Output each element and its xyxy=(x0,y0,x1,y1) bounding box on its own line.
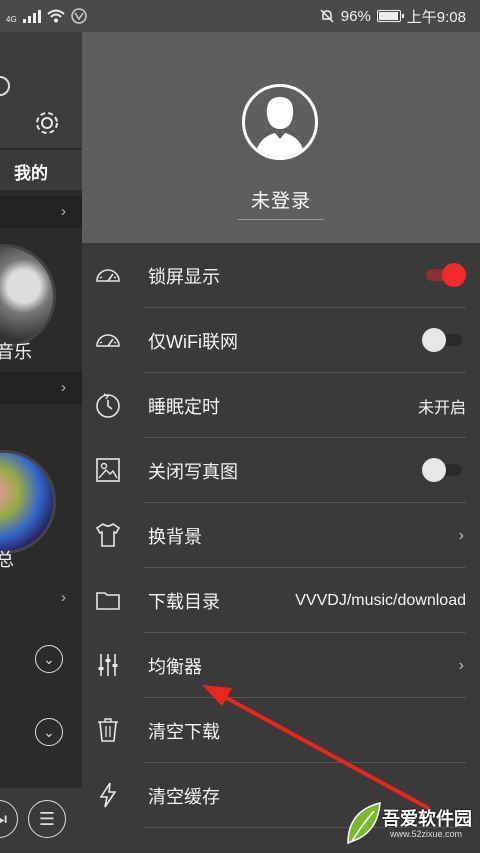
wifi-only-toggle[interactable] xyxy=(422,328,466,352)
picture-icon xyxy=(96,458,120,482)
list-item[interactable]: › xyxy=(0,372,82,404)
chevron-right-icon: › xyxy=(458,656,464,674)
download-path-value: VVVDJ/music/download xyxy=(295,591,466,609)
battery-percent: 96% xyxy=(340,7,371,25)
list-item[interactable]: › xyxy=(0,582,82,614)
menu-item-label: 清空缓存 xyxy=(148,786,220,807)
wifi-icon xyxy=(47,9,65,23)
watermark-text: 吾爱软件园 xyxy=(382,809,472,829)
gear-icon[interactable] xyxy=(34,110,60,136)
playlist-icon[interactable]: ☰ xyxy=(28,800,66,838)
signal-icon xyxy=(22,9,41,23)
menu-item-change-background[interactable]: 换背景 › xyxy=(82,503,480,568)
menu-item-label: 下载目录 xyxy=(148,591,220,612)
divider xyxy=(238,219,324,220)
battery-icon xyxy=(376,10,404,22)
menu-item-label: 均衡器 xyxy=(148,656,202,677)
avatar[interactable] xyxy=(242,84,318,160)
album-cover[interactable] xyxy=(0,244,56,348)
lightning-icon xyxy=(99,782,117,808)
folder-icon xyxy=(96,592,120,610)
network-type: 4G xyxy=(6,15,17,24)
gauge-icon xyxy=(96,269,120,282)
watermark-url: www.52zixue.com xyxy=(390,829,463,839)
equalizer-icon xyxy=(98,654,118,676)
chevron-down-icon[interactable]: ⌄ xyxy=(35,718,63,746)
chevron-right-icon: › xyxy=(61,203,66,220)
login-label[interactable]: 未登录 xyxy=(82,186,480,213)
chevron-down-icon[interactable]: ⌄ xyxy=(35,645,63,673)
menu-item-download-directory[interactable]: 下载目录 VVVDJ/music/download xyxy=(82,568,480,633)
menu-item-clear-downloads[interactable]: 清空下载 xyxy=(82,698,480,763)
chevron-right-icon: › xyxy=(458,526,464,544)
gauge-icon xyxy=(96,334,120,347)
playlist-title: 音乐 xyxy=(0,342,32,362)
settings-drawer: 未登录 锁屏显示 仅WiFi联网 睡眠定时 未开启 关闭写真图 换背景 › 下载… xyxy=(82,32,480,853)
leaf-logo-icon xyxy=(347,802,381,845)
menu-item-label: 关闭写真图 xyxy=(148,461,238,482)
menu-item-wifi-only[interactable]: 仅WiFi联网 xyxy=(82,308,480,373)
menu-item-label: 清空下载 xyxy=(148,721,220,742)
menu-item-disable-photo[interactable]: 关闭写真图 xyxy=(82,438,480,503)
clock: 上午9:08 xyxy=(406,8,466,26)
menu-item-lockscreen-display[interactable]: 锁屏显示 xyxy=(82,243,480,308)
menu-item-label: 换背景 xyxy=(148,526,202,547)
menu-item-sleep-timer[interactable]: 睡眠定时 未开启 xyxy=(82,373,480,438)
lockscreen-toggle[interactable] xyxy=(422,263,466,287)
tshirt-icon xyxy=(95,523,121,547)
tab-mine[interactable]: 我的 xyxy=(0,150,82,190)
user-silhouette-icon xyxy=(255,97,305,157)
disable-photo-toggle[interactable] xyxy=(422,458,466,482)
app-notification-icon xyxy=(70,8,87,24)
trash-icon xyxy=(98,718,118,742)
settings-menu: 锁屏显示 仅WiFi联网 睡眠定时 未开启 关闭写真图 换背景 › 下载目录 V… xyxy=(82,243,480,828)
menu-item-equalizer[interactable]: 均衡器 › xyxy=(82,633,480,698)
menu-item-label: 仅WiFi联网 xyxy=(148,331,238,352)
timer-icon xyxy=(96,393,120,418)
status-bar: 4G 96% 上午9:08 xyxy=(0,0,480,32)
watermark: 吾爱软件园 www.52zixue.com xyxy=(344,799,472,849)
background-app[interactable]: 我的 › 音乐 › 总 › ⌄ ⌄ ⏭ ☰ xyxy=(0,32,82,853)
album-cover[interactable] xyxy=(0,450,56,554)
chevron-right-icon: › xyxy=(61,589,66,606)
menu-item-label: 睡眠定时 xyxy=(148,396,220,417)
list-item[interactable]: › xyxy=(0,196,82,228)
chevron-right-icon: › xyxy=(61,379,66,396)
profile-header: 未登录 xyxy=(82,32,480,243)
playlist-title: 总 xyxy=(0,550,14,570)
sleep-timer-value: 未开启 xyxy=(417,399,466,417)
menu-item-label: 锁屏显示 xyxy=(148,266,220,287)
mute-bell-icon xyxy=(320,9,334,23)
